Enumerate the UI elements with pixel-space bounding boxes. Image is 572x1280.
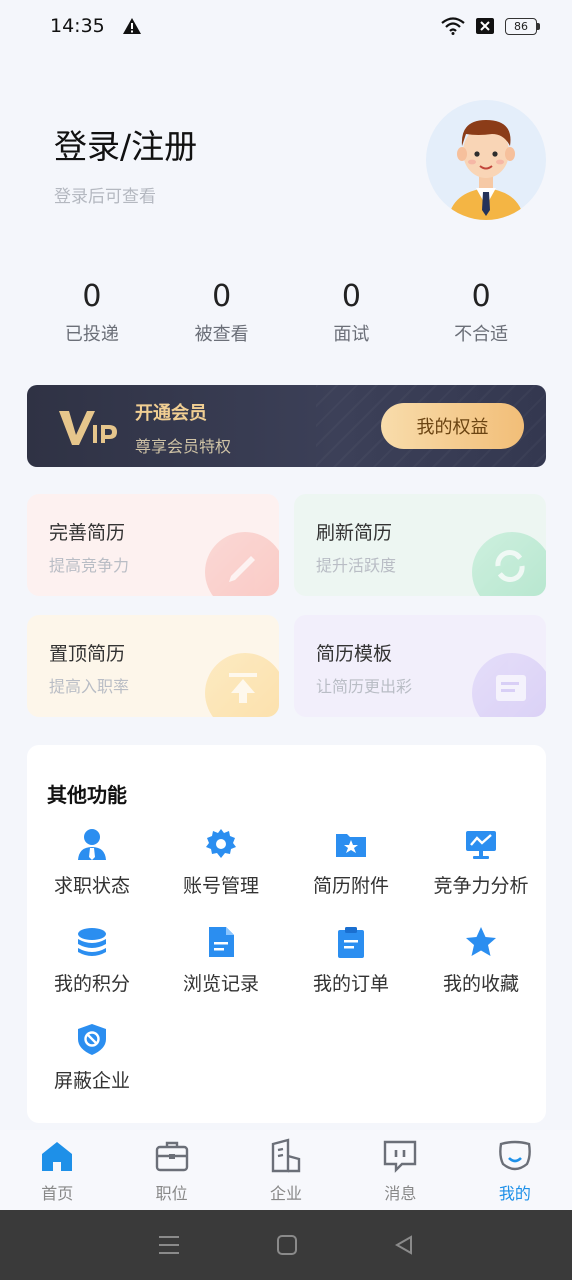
tab-home[interactable]: 首页	[0, 1130, 114, 1210]
section-title: 其他功能	[47, 783, 127, 807]
func-label: 我的收藏	[442, 973, 519, 995]
login-register-link[interactable]: 登录/注册	[54, 120, 197, 168]
user-tie-icon	[78, 829, 106, 860]
func-label: 屏蔽企业	[53, 1070, 130, 1092]
card-title: 简历模板	[316, 643, 393, 665]
func-browse-history[interactable]: 浏览记录	[156, 925, 286, 1009]
shield-block-icon	[78, 1024, 106, 1055]
vip-logo-icon	[59, 411, 117, 445]
card-subtitle: 提高入职率	[49, 677, 130, 696]
wifi-icon	[441, 17, 465, 35]
stat-value: 0	[212, 279, 232, 314]
document-icon	[209, 927, 234, 957]
stat-value: 0	[471, 279, 491, 314]
stat-label: 已投递	[64, 324, 119, 345]
card-title: 完善简历	[49, 522, 126, 544]
vip-title: 开通会员	[135, 403, 207, 424]
stat-unsuitable[interactable]: 0 不合适	[416, 280, 546, 346]
warning-icon	[122, 18, 141, 34]
building-icon	[271, 1138, 301, 1173]
func-my-favorites[interactable]: 我的收藏	[416, 925, 546, 1009]
stats-row: 0 已投递 0 被查看 0 面试 0 不合适	[27, 280, 546, 346]
status-time: 14:35	[50, 15, 105, 37]
card-top-resume[interactable]: 置顶简历 提高入职率	[27, 615, 279, 717]
card-resume-template[interactable]: 简历模板 让简历更出彩	[294, 615, 546, 717]
home-square-icon[interactable]	[276, 1234, 298, 1256]
tab-label: 首页	[41, 1184, 74, 1203]
card-subtitle: 提高竞争力	[49, 556, 130, 575]
vip-banner[interactable]: 开通会员 尊享会员特权 我的权益	[27, 385, 546, 467]
menu-icon[interactable]	[157, 1234, 181, 1256]
card-subtitle: 让简历更出彩	[316, 677, 413, 696]
monitor-chart-icon	[466, 831, 496, 859]
template-icon	[472, 653, 546, 717]
func-label: 简历附件	[312, 875, 389, 897]
func-label: 我的订单	[312, 973, 389, 995]
refresh-icon	[472, 532, 546, 596]
stat-value: 0	[341, 279, 361, 314]
coins-stack-icon	[78, 928, 106, 956]
func-job-status[interactable]: 求职状态	[27, 827, 157, 911]
stat-label: 面试	[333, 324, 370, 345]
card-complete-resume[interactable]: 完善简历 提高竞争力	[27, 494, 279, 596]
tab-messages[interactable]: 消息	[343, 1130, 457, 1210]
user-avatar-icon	[448, 120, 524, 220]
card-subtitle: 提升活跃度	[316, 556, 397, 575]
card-title: 刷新简历	[316, 522, 393, 544]
pencil-icon	[205, 532, 279, 596]
home-icon	[42, 1142, 73, 1171]
battery-level: 86	[505, 17, 537, 35]
stat-delivered[interactable]: 0 已投递	[27, 280, 157, 346]
tab-mine[interactable]: 我的	[458, 1130, 572, 1210]
back-icon[interactable]	[393, 1234, 415, 1256]
battery-indicator: 86	[505, 17, 540, 35]
star-icon	[466, 927, 496, 956]
my-benefits-button[interactable]: 我的权益	[381, 403, 524, 449]
system-navigation-bar	[0, 1210, 572, 1280]
status-bar: 14:35 86	[0, 0, 572, 52]
pin-top-icon	[205, 653, 279, 717]
func-label: 求职状态	[53, 875, 130, 897]
tab-companies[interactable]: 企业	[229, 1130, 343, 1210]
func-account-management[interactable]: 账号管理	[156, 827, 286, 911]
stat-interview[interactable]: 0 面试	[287, 280, 417, 346]
stat-value: 0	[82, 279, 102, 314]
profile-header: 登录/注册 登录后可查看	[0, 90, 572, 230]
func-my-points[interactable]: 我的积分	[27, 925, 157, 1009]
stat-viewed[interactable]: 0 被查看	[157, 280, 287, 346]
func-label: 账号管理	[182, 875, 259, 897]
briefcase-icon	[155, 1141, 188, 1172]
login-hint: 登录后可查看	[54, 187, 156, 207]
func-block-company[interactable]: 屏蔽企业	[27, 1022, 157, 1106]
func-label: 竞争力分析	[433, 875, 529, 897]
smile-icon	[498, 1140, 531, 1171]
no-sim-icon	[476, 18, 494, 34]
func-resume-attachment[interactable]: 简历附件	[286, 827, 416, 911]
tab-label: 消息	[384, 1184, 417, 1203]
gear-icon	[206, 829, 236, 858]
vip-subtitle: 尊享会员特权	[135, 437, 232, 456]
other-functions-panel: 其他功能 求职状态 账号管理 简历附件 竞争力分析 我的积分 浏览记录 我的订单…	[27, 745, 546, 1123]
tab-jobs[interactable]: 职位	[114, 1130, 228, 1210]
func-label: 浏览记录	[182, 973, 259, 995]
func-my-orders[interactable]: 我的订单	[286, 925, 416, 1009]
tab-label: 职位	[155, 1184, 188, 1203]
tab-label: 企业	[270, 1184, 303, 1203]
avatar[interactable]	[426, 100, 546, 220]
card-refresh-resume[interactable]: 刷新简历 提升活跃度	[294, 494, 546, 596]
stat-label: 不合适	[454, 324, 509, 345]
clipboard-icon	[338, 927, 364, 958]
tab-label: 我的	[498, 1184, 531, 1203]
card-title: 置顶简历	[49, 643, 126, 665]
stat-label: 被查看	[194, 324, 249, 345]
func-label: 我的积分	[53, 973, 130, 995]
bottom-tab-bar: 首页 职位 企业 消息 我的	[0, 1130, 572, 1210]
folder-star-icon	[336, 834, 366, 857]
func-competitiveness[interactable]: 竞争力分析	[416, 827, 546, 911]
message-icon	[384, 1140, 417, 1173]
